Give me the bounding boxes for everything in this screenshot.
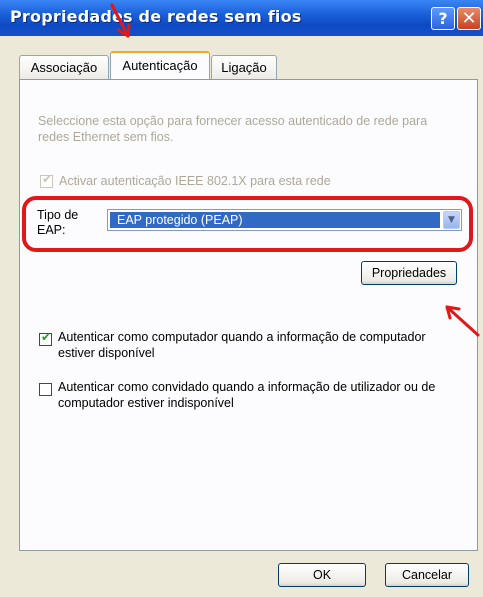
close-icon: ✕: [461, 8, 477, 29]
tab-autenticacao[interactable]: Autenticação: [110, 51, 210, 79]
help-icon: ?: [438, 9, 448, 28]
ok-button[interactable]: OK: [278, 563, 366, 587]
checkmark-icon: ✔: [41, 330, 52, 344]
properties-button[interactable]: Propriedades: [361, 261, 457, 285]
eap-type-label: Tipo de EAP:: [37, 208, 79, 237]
tab-ligacao[interactable]: Ligação: [211, 55, 277, 79]
chevron-down-icon[interactable]: ▼: [443, 211, 460, 229]
tab-panel-autenticacao: [19, 79, 478, 551]
window-title: Propriedades de redes sem fios: [10, 7, 302, 26]
tab-associacao[interactable]: Associação: [19, 55, 109, 79]
auth-as-guest-checkbox[interactable]: [39, 383, 52, 396]
enable-8021x-checkbox[interactable]: ✔: [40, 172, 53, 188]
enable-8021x-label: Activar autenticação IEEE 802.1X para es…: [59, 174, 331, 188]
checkmark-icon: ✔: [42, 172, 53, 186]
eap-type-value: EAP protegido (PEAP): [110, 212, 440, 228]
close-button[interactable]: ✕: [457, 7, 481, 30]
dialog-window: Propriedades de redes sem fios ? ✕ Assoc…: [0, 0, 483, 597]
auth-description: Seleccione esta opção para fornecer aces…: [38, 114, 428, 144]
eap-type-select[interactable]: EAP protegido (PEAP) ▼: [107, 209, 462, 231]
auth-as-computer-label: Autenticar como computador quando a info…: [58, 330, 426, 360]
auth-as-computer-checkbox[interactable]: ✔: [39, 330, 52, 346]
title-bar[interactable]: Propriedades de redes sem fios ? ✕: [0, 0, 483, 36]
auth-as-guest-label: Autenticar como convidado quando a infor…: [58, 380, 436, 410]
cancel-button[interactable]: Cancelar: [385, 563, 469, 587]
help-button[interactable]: ?: [431, 7, 455, 30]
